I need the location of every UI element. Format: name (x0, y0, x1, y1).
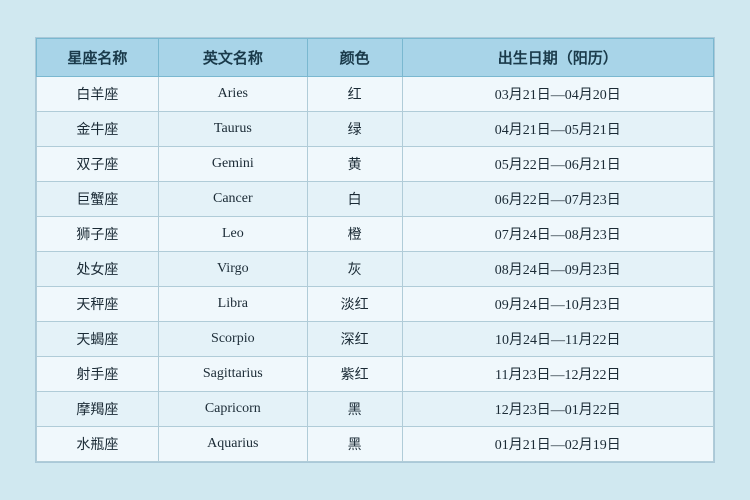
table-header-row: 星座名称 英文名称 颜色 出生日期（阳历） (37, 39, 714, 77)
table-row: 金牛座Taurus绿04月21日—05月21日 (37, 112, 714, 147)
cell-chinese: 天蝎座 (37, 322, 159, 357)
header-color: 颜色 (307, 39, 402, 77)
cell-english: Gemini (158, 147, 307, 182)
cell-color: 绿 (307, 112, 402, 147)
table-row: 摩羯座Capricorn黑12月23日—01月22日 (37, 392, 714, 427)
table-body: 白羊座Aries红03月21日—04月20日金牛座Taurus绿04月21日—0… (37, 77, 714, 462)
cell-english: Libra (158, 287, 307, 322)
cell-english: Cancer (158, 182, 307, 217)
cell-date: 03月21日—04月20日 (402, 77, 713, 112)
cell-chinese: 狮子座 (37, 217, 159, 252)
cell-date: 01月21日—02月19日 (402, 427, 713, 462)
cell-color: 深红 (307, 322, 402, 357)
table-row: 巨蟹座Cancer白06月22日—07月23日 (37, 182, 714, 217)
cell-english: Aquarius (158, 427, 307, 462)
header-english: 英文名称 (158, 39, 307, 77)
cell-date: 04月21日—05月21日 (402, 112, 713, 147)
table-row: 处女座Virgo灰08月24日—09月23日 (37, 252, 714, 287)
zodiac-table-container: 星座名称 英文名称 颜色 出生日期（阳历） 白羊座Aries红03月21日—04… (35, 37, 715, 463)
table-row: 双子座Gemini黄05月22日—06月21日 (37, 147, 714, 182)
header-chinese: 星座名称 (37, 39, 159, 77)
cell-chinese: 处女座 (37, 252, 159, 287)
cell-english: Virgo (158, 252, 307, 287)
zodiac-table: 星座名称 英文名称 颜色 出生日期（阳历） 白羊座Aries红03月21日—04… (36, 38, 714, 462)
cell-color: 红 (307, 77, 402, 112)
cell-chinese: 天秤座 (37, 287, 159, 322)
table-row: 天秤座Libra淡红09月24日—10月23日 (37, 287, 714, 322)
cell-color: 橙 (307, 217, 402, 252)
cell-color: 黑 (307, 427, 402, 462)
cell-date: 10月24日—11月22日 (402, 322, 713, 357)
table-row: 水瓶座Aquarius黑01月21日—02月19日 (37, 427, 714, 462)
cell-date: 11月23日—12月22日 (402, 357, 713, 392)
cell-english: Taurus (158, 112, 307, 147)
header-date: 出生日期（阳历） (402, 39, 713, 77)
cell-color: 淡红 (307, 287, 402, 322)
cell-date: 08月24日—09月23日 (402, 252, 713, 287)
table-row: 天蝎座Scorpio深红10月24日—11月22日 (37, 322, 714, 357)
cell-color: 黑 (307, 392, 402, 427)
table-row: 白羊座Aries红03月21日—04月20日 (37, 77, 714, 112)
cell-english: Leo (158, 217, 307, 252)
cell-english: Scorpio (158, 322, 307, 357)
cell-chinese: 双子座 (37, 147, 159, 182)
cell-chinese: 水瓶座 (37, 427, 159, 462)
cell-color: 灰 (307, 252, 402, 287)
cell-english: Aries (158, 77, 307, 112)
table-row: 射手座Sagittarius紫红11月23日—12月22日 (37, 357, 714, 392)
cell-english: Sagittarius (158, 357, 307, 392)
cell-date: 07月24日—08月23日 (402, 217, 713, 252)
cell-english: Capricorn (158, 392, 307, 427)
cell-chinese: 巨蟹座 (37, 182, 159, 217)
cell-chinese: 白羊座 (37, 77, 159, 112)
cell-chinese: 金牛座 (37, 112, 159, 147)
cell-date: 05月22日—06月21日 (402, 147, 713, 182)
cell-chinese: 摩羯座 (37, 392, 159, 427)
table-row: 狮子座Leo橙07月24日—08月23日 (37, 217, 714, 252)
cell-color: 黄 (307, 147, 402, 182)
cell-date: 06月22日—07月23日 (402, 182, 713, 217)
cell-date: 12月23日—01月22日 (402, 392, 713, 427)
cell-date: 09月24日—10月23日 (402, 287, 713, 322)
cell-color: 紫红 (307, 357, 402, 392)
cell-chinese: 射手座 (37, 357, 159, 392)
cell-color: 白 (307, 182, 402, 217)
